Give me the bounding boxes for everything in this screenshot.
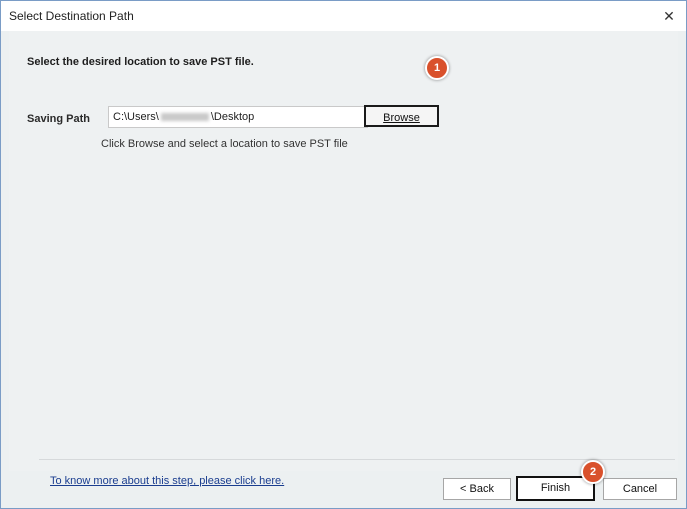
instruction-text: Select the desired location to save PST … <box>27 56 254 68</box>
help-link[interactable]: To know more about this step, please cli… <box>50 475 284 487</box>
title-bar: Select Destination Path ✕ <box>1 1 686 31</box>
dialog-window: Select Destination Path ✕ Select the des… <box>0 0 687 509</box>
content-panel: Select the desired location to save PST … <box>9 31 678 471</box>
footer-divider <box>39 459 675 460</box>
browse-button-label: Browse <box>383 112 420 124</box>
cancel-button-label: Cancel <box>622 483 658 495</box>
back-button-label: < Back <box>460 483 494 495</box>
redacted-username <box>160 113 209 122</box>
path-prefix: C:\Users\ <box>113 111 159 123</box>
path-suffix: \Desktop <box>210 111 255 123</box>
saving-path-label: Saving Path <box>27 113 90 125</box>
browse-button[interactable]: Browse <box>364 105 439 127</box>
saving-path-input[interactable]: C:\Users\ \Desktop <box>108 106 368 128</box>
step-badge-1: 1 <box>425 56 449 80</box>
close-icon[interactable]: ✕ <box>658 5 680 27</box>
back-button[interactable]: < Back <box>443 478 511 500</box>
step-badge-2: 2 <box>581 460 605 484</box>
finish-button-label: Finish <box>540 482 571 494</box>
cancel-button[interactable]: Cancel <box>603 478 677 500</box>
hint-text: Click Browse and select a location to sa… <box>101 138 348 150</box>
window-title: Select Destination Path <box>9 9 134 23</box>
